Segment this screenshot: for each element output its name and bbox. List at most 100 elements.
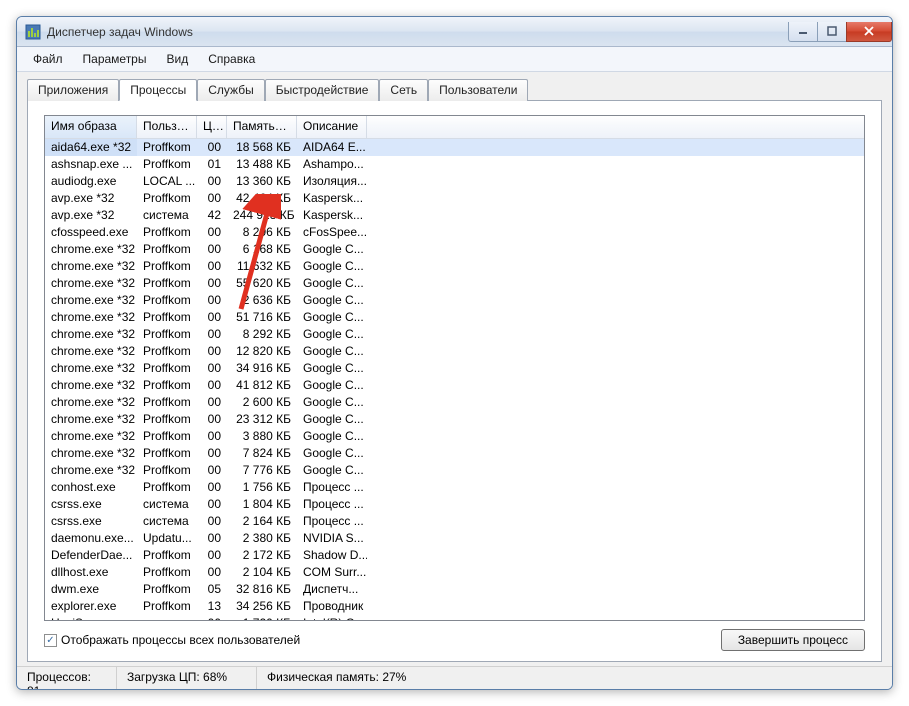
column-image-name[interactable]: Имя образа — [45, 116, 137, 138]
table-row[interactable]: chrome.exe *32Proffkom0034 916 КБGoogle … — [45, 360, 864, 377]
end-process-button[interactable]: Завершить процесс — [721, 629, 865, 651]
cell-mem: 8 292 КБ — [227, 326, 297, 343]
cell-cpu: 00 — [197, 496, 227, 513]
table-row[interactable]: daemonu.exe...Updatu...002 380 КБNVIDIA … — [45, 530, 864, 547]
menu-view[interactable]: Вид — [158, 50, 196, 68]
cell-cpu: 00 — [197, 377, 227, 394]
cell-name: dllhost.exe — [45, 564, 137, 581]
cell-desc: Процесс ... — [297, 496, 367, 513]
cell-cpu: 00 — [197, 428, 227, 445]
cell-name: cfosspeed.exe — [45, 224, 137, 241]
cell-desc: Kaspersk... — [297, 207, 367, 224]
column-cpu[interactable]: ЦП — [197, 116, 227, 138]
table-row[interactable]: avp.exe *32система42244 928 КБKaspersk..… — [45, 207, 864, 224]
client-area: ПриложенияПроцессыСлужбыБыстродействиеСе… — [17, 72, 892, 666]
cell-cpu: 00 — [197, 224, 227, 241]
cell-desc: Shadow D... — [297, 547, 367, 564]
cell-mem: 2 380 КБ — [227, 530, 297, 547]
tab-2[interactable]: Службы — [197, 79, 264, 101]
menubar: Файл Параметры Вид Справка — [17, 47, 892, 72]
cell-name: chrome.exe *32 — [45, 394, 137, 411]
table-row[interactable]: explorer.exeProffkom1334 256 КБПроводник — [45, 598, 864, 615]
table-row[interactable]: chrome.exe *32Proffkom002 636 КБGoogle C… — [45, 292, 864, 309]
cell-name: chrome.exe *32 — [45, 292, 137, 309]
tab-3[interactable]: Быстродействие — [265, 79, 380, 101]
table-row[interactable]: chrome.exe *32Proffkom0011 632 КБGoogle … — [45, 258, 864, 275]
cell-desc: Google C... — [297, 343, 367, 360]
tab-4[interactable]: Сеть — [379, 79, 428, 101]
table-row[interactable]: chrome.exe *32Proffkom008 292 КБGoogle C… — [45, 326, 864, 343]
table-row[interactable]: chrome.exe *32Proffkom0051 716 КБGoogle … — [45, 309, 864, 326]
show-all-users-checkbox[interactable]: ✓ Отображать процессы всех пользователей — [44, 633, 300, 647]
cell-desc: Google C... — [297, 411, 367, 428]
cell-desc: Kaspersk... — [297, 190, 367, 207]
cell-mem: 13 360 КБ — [227, 173, 297, 190]
menu-file[interactable]: Файл — [25, 50, 71, 68]
table-row[interactable]: chrome.exe *32Proffkom003 880 КБGoogle C… — [45, 428, 864, 445]
table-row[interactable]: chrome.exe *32Proffkom007 776 КБGoogle C… — [45, 462, 864, 479]
cell-desc: COM Surr... — [297, 564, 367, 581]
status-memory: Физическая память: 27% — [257, 667, 892, 689]
table-row[interactable]: cfosspeed.exeProffkom008 296 КБcFosSpee.… — [45, 224, 864, 241]
table-row[interactable]: conhost.exeProffkom001 756 КБПроцесс ... — [45, 479, 864, 496]
tab-5[interactable]: Пользователи — [428, 79, 528, 101]
tab-0[interactable]: Приложения — [27, 79, 119, 101]
cell-name: HeciServer.exe — [45, 615, 137, 621]
column-description[interactable]: Описание — [297, 116, 367, 138]
table-row[interactable]: HeciServer.exeсистема001 720 КБIntel(R) … — [45, 615, 864, 621]
menu-options[interactable]: Параметры — [75, 50, 155, 68]
column-memory[interactable]: Память (... — [227, 116, 297, 138]
cell-desc: Google C... — [297, 309, 367, 326]
cell-desc: Google C... — [297, 445, 367, 462]
table-row[interactable]: chrome.exe *32Proffkom007 824 КБGoogle C… — [45, 445, 864, 462]
table-row[interactable]: chrome.exe *32Proffkom0041 812 КБGoogle … — [45, 377, 864, 394]
cell-name: chrome.exe *32 — [45, 241, 137, 258]
table-row[interactable]: csrss.exeсистема002 164 КБПроцесс ... — [45, 513, 864, 530]
cell-mem: 13 488 КБ — [227, 156, 297, 173]
status-cpu: Загрузка ЦП: 68% — [117, 667, 257, 689]
cell-mem: 7 824 КБ — [227, 445, 297, 462]
cell-name: daemonu.exe... — [45, 530, 137, 547]
cell-mem: 8 296 КБ — [227, 224, 297, 241]
table-body[interactable]: aida64.exe *32Proffkom0018 568 КБAIDA64 … — [45, 139, 864, 621]
table-row[interactable]: audiodg.exeLOCAL ...0013 360 КБИзоляция.… — [45, 173, 864, 190]
column-user[interactable]: Пользо... — [137, 116, 197, 138]
cell-desc: Intel(R) C... — [297, 615, 367, 621]
table-row[interactable]: DefenderDae...Proffkom002 172 КБShadow D… — [45, 547, 864, 564]
cell-desc: NVIDIA S... — [297, 530, 367, 547]
titlebar[interactable]: Диспетчер задач Windows — [17, 17, 892, 47]
cell-desc: AIDA64 E... — [297, 139, 367, 156]
table-row[interactable]: dllhost.exeProffkom002 104 КБCOM Surr... — [45, 564, 864, 581]
minimize-button[interactable] — [788, 22, 818, 42]
cell-cpu: 00 — [197, 445, 227, 462]
cell-name: chrome.exe *32 — [45, 411, 137, 428]
cell-cpu: 00 — [197, 394, 227, 411]
table-row[interactable]: chrome.exe *32Proffkom0023 312 КБGoogle … — [45, 411, 864, 428]
table-row[interactable]: chrome.exe *32Proffkom006 168 КБGoogle C… — [45, 241, 864, 258]
cell-name: audiodg.exe — [45, 173, 137, 190]
close-button[interactable] — [846, 22, 892, 42]
cell-user: Proffkom — [137, 445, 197, 462]
table-row[interactable]: dwm.exeProffkom0532 816 КБДиспетч... — [45, 581, 864, 598]
table-row[interactable]: chrome.exe *32Proffkom0055 620 КБGoogle … — [45, 275, 864, 292]
cell-user: Proffkom — [137, 462, 197, 479]
table-row[interactable]: aida64.exe *32Proffkom0018 568 КБAIDA64 … — [45, 139, 864, 156]
cell-mem: 34 916 КБ — [227, 360, 297, 377]
cell-cpu: 00 — [197, 190, 227, 207]
table-row[interactable]: csrss.exeсистема001 804 КБПроцесс ... — [45, 496, 864, 513]
cell-user: система — [137, 513, 197, 530]
table-row[interactable]: chrome.exe *32Proffkom002 600 КБGoogle C… — [45, 394, 864, 411]
cell-name: chrome.exe *32 — [45, 360, 137, 377]
cell-mem: 2 600 КБ — [227, 394, 297, 411]
cell-user: Proffkom — [137, 190, 197, 207]
cell-mem: 41 812 КБ — [227, 377, 297, 394]
table-row[interactable]: chrome.exe *32Proffkom0012 820 КБGoogle … — [45, 343, 864, 360]
table-row[interactable]: ashsnap.exe ...Proffkom0113 488 КБAshamp… — [45, 156, 864, 173]
cell-desc: Google C... — [297, 241, 367, 258]
table-row[interactable]: avp.exe *32Proffkom0042 464 КБKaspersk..… — [45, 190, 864, 207]
tab-1[interactable]: Процессы — [119, 79, 197, 101]
menu-help[interactable]: Справка — [200, 50, 263, 68]
cell-desc: Ashampo... — [297, 156, 367, 173]
cell-desc: Google C... — [297, 428, 367, 445]
maximize-button[interactable] — [817, 22, 847, 42]
